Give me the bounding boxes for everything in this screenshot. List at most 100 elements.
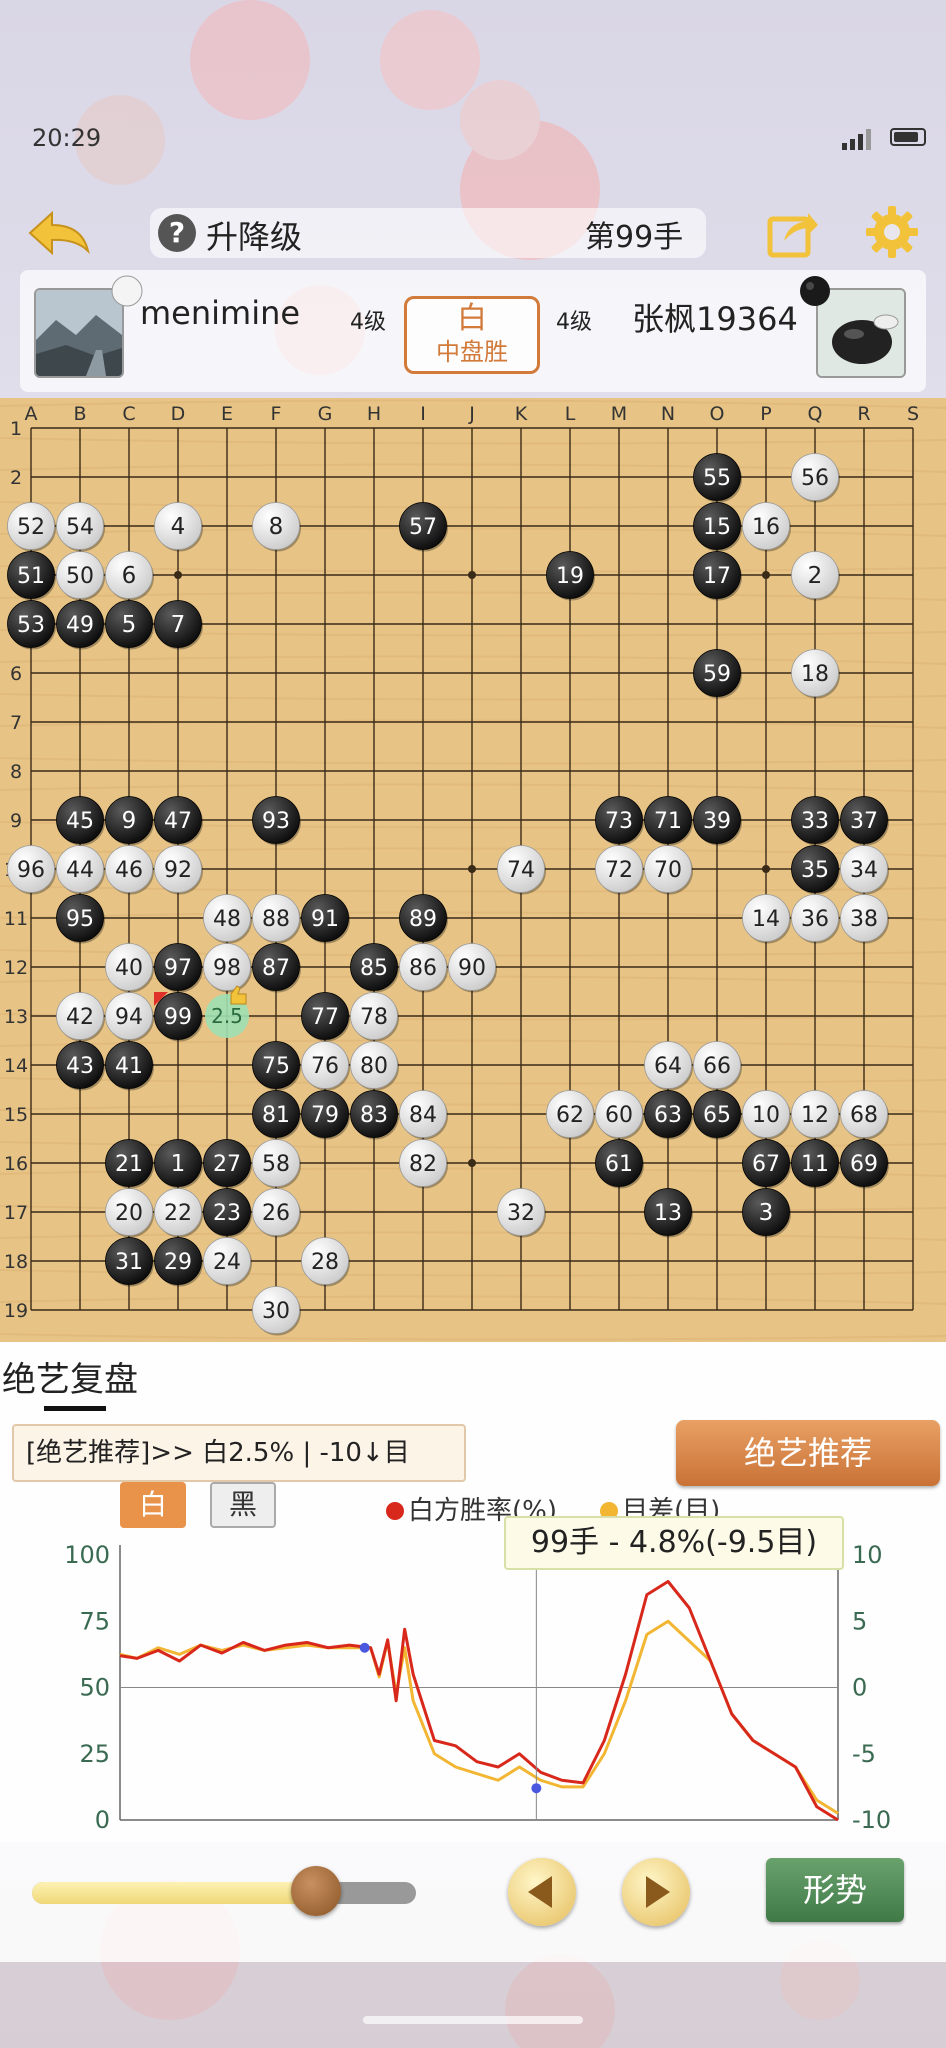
stone-number: 39	[703, 809, 731, 834]
column-label: G	[318, 403, 333, 425]
stone-number: 62	[556, 1103, 584, 1128]
column-label: N	[661, 403, 675, 425]
stone-number: 88	[262, 907, 290, 932]
player-left-rank: 4级	[350, 310, 386, 335]
stone-number: 16	[752, 515, 780, 540]
left-tick-label: 50	[79, 1674, 110, 1702]
row-label: 12	[4, 957, 28, 979]
series-line-win-rate	[119, 1580, 839, 1822]
chart-tooltip: 99手 - 4.8%(-9.5目)	[504, 1516, 844, 1570]
stone-number: 29	[164, 1250, 192, 1275]
battery-icon	[890, 128, 926, 146]
column-label: J	[468, 403, 475, 425]
column-label: S	[907, 403, 919, 425]
gear-icon[interactable]	[864, 204, 920, 260]
row-label: 19	[4, 1300, 28, 1322]
stone-number: 21	[115, 1152, 143, 1177]
row-label: 2	[10, 467, 22, 489]
stone-number: 99	[164, 1005, 192, 1030]
stone-number: 17	[703, 564, 731, 589]
recommend-button[interactable]: 绝艺推荐	[676, 1420, 940, 1486]
stone-number: 65	[703, 1103, 731, 1128]
move-counter: 第99手	[585, 220, 684, 255]
stone-number: 22	[164, 1201, 192, 1226]
star-point	[762, 571, 770, 579]
stone-number: 38	[850, 907, 878, 932]
row-label: 7	[10, 712, 22, 734]
go-board[interactable]: ABCDEFGHIJKLMNOPQRS123456789101112131415…	[0, 398, 946, 1342]
stone-number: 81	[262, 1103, 290, 1128]
right-tick-label: 0	[852, 1674, 867, 1702]
stone-number: 57	[409, 515, 437, 540]
help-icon[interactable]: ?	[158, 214, 196, 252]
stone-number: 28	[311, 1250, 339, 1275]
prev-move-button[interactable]	[508, 1858, 576, 1926]
stone-number: 13	[654, 1201, 682, 1226]
stone-number: 34	[850, 858, 878, 883]
stone-number: 87	[262, 956, 290, 981]
move-slider-knob[interactable]	[291, 1866, 342, 1916]
share-icon[interactable]	[766, 205, 820, 259]
row-label: 8	[10, 761, 22, 783]
page-title: 升降级	[206, 218, 303, 256]
column-label: E	[221, 403, 233, 425]
column-label: P	[760, 403, 771, 425]
stone-number: 75	[262, 1054, 290, 1079]
stone-number: 31	[115, 1250, 143, 1275]
column-label: M	[611, 403, 627, 425]
column-label: D	[171, 403, 186, 425]
stone-number: 54	[66, 515, 94, 540]
stone-number: 97	[164, 956, 192, 981]
triangle-left-icon	[528, 1876, 552, 1908]
stone-number: 68	[850, 1103, 878, 1128]
result-type: 中盘胜	[436, 338, 508, 366]
black-stone-icon	[800, 276, 830, 306]
stone-number: 90	[458, 956, 486, 981]
right-tick-label: -10	[852, 1806, 891, 1834]
stone-number: 73	[605, 809, 633, 834]
column-label: L	[565, 403, 576, 425]
stone-number: 46	[115, 858, 143, 883]
stone-number: 50	[66, 564, 94, 589]
stone-number: 4	[171, 514, 186, 540]
left-tick-label: 100	[64, 1541, 110, 1569]
star-point	[468, 1159, 476, 1167]
stone-number: 82	[409, 1152, 437, 1177]
stone-number: 18	[801, 662, 829, 687]
column-label: R	[857, 403, 870, 425]
stone-number: 5	[122, 612, 137, 638]
stone-number: 66	[703, 1054, 731, 1079]
next-move-button[interactable]	[622, 1858, 690, 1926]
stone-number: 41	[115, 1054, 143, 1079]
column-label: H	[367, 403, 381, 425]
home-indicator[interactable]	[363, 2016, 583, 2024]
player-left-name: meniminе	[140, 294, 301, 332]
stone-number: 96	[17, 858, 45, 883]
stone-number: 6	[122, 563, 137, 589]
stone-number: 71	[654, 809, 682, 834]
column-label: A	[25, 403, 38, 425]
row-label: 16	[4, 1153, 28, 1175]
stone-number: 95	[66, 907, 94, 932]
stone-number: 92	[164, 858, 192, 883]
situation-button[interactable]: 形势	[766, 1858, 904, 1922]
column-label: Q	[808, 403, 823, 425]
stone-number: 33	[801, 809, 829, 834]
stone-number: 51	[17, 564, 45, 589]
stone-number: 36	[801, 907, 829, 932]
back-arrow-icon[interactable]	[24, 205, 96, 261]
right-tick-label: 5	[852, 1607, 867, 1635]
move-slider-fill	[32, 1882, 317, 1904]
stone-number: 35	[801, 858, 829, 883]
stone-number: 55	[703, 466, 731, 491]
stone-number: 47	[164, 809, 192, 834]
star-point	[468, 865, 476, 873]
column-label: K	[515, 403, 528, 425]
stone-number: 70	[654, 858, 682, 883]
stone-number: 10	[752, 1103, 780, 1128]
recommend-summary: [绝艺推荐]>> 白2.5% | -10↓目	[12, 1424, 466, 1482]
stone-number: 24	[213, 1250, 241, 1275]
stone-number: 77	[311, 1005, 339, 1030]
stone-number: 26	[262, 1201, 290, 1226]
stone-number: 12	[801, 1103, 829, 1128]
